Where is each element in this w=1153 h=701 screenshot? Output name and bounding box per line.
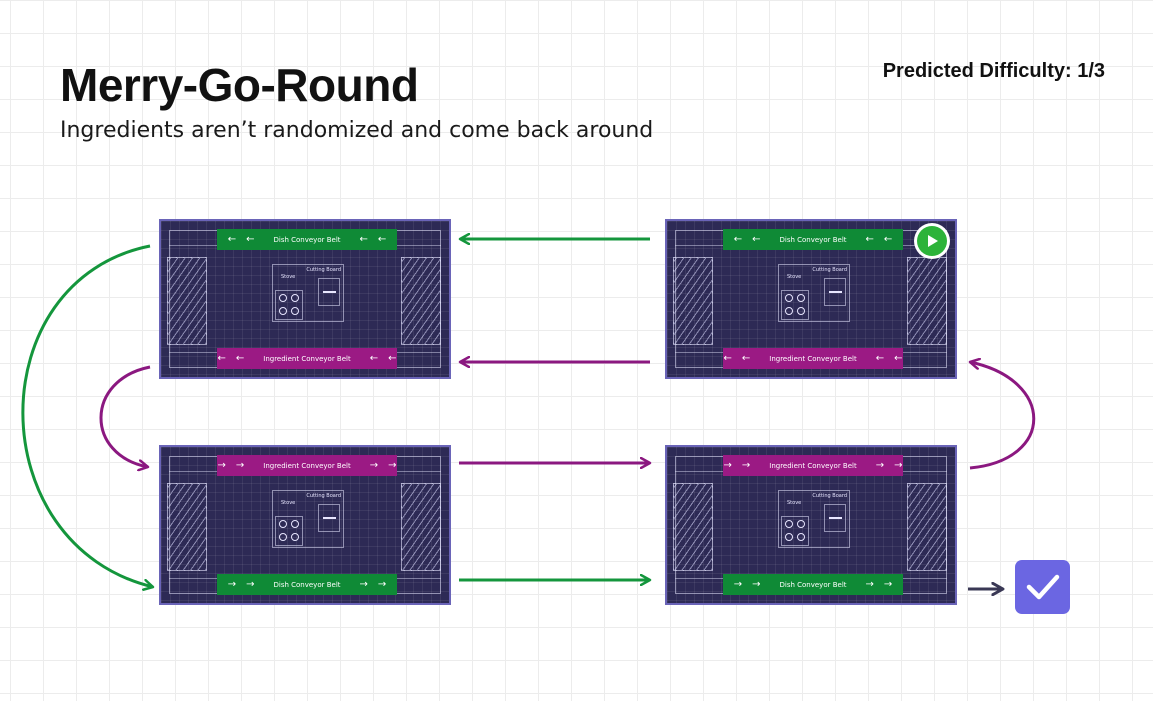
cutting-board-label: Cutting Board [306,493,341,499]
kitchen-top-right: ← ← Dish Conveyor Belt ← ← ← ← Ingredient C… [665,219,957,379]
arrow-right-icon: → [246,579,255,590]
knife-icon [829,291,842,293]
belt-label: Ingredient Conveyor Belt [769,354,857,363]
arrow-left-icon: ← [369,353,379,364]
dish-conveyor-belt: ← ← Dish Conveyor Belt ← ← [723,229,903,250]
counter [401,483,441,571]
arrow-right-icon: → [752,579,761,590]
arrow-left-icon: ← [752,234,761,245]
arrow-left-icon: ← [894,353,903,364]
arrow-right-icon: → [217,460,226,471]
cutting-board-label: Cutting Board [812,267,847,273]
arrow-right-icon: → [741,460,751,471]
belt-label: Dish Conveyor Belt [273,580,341,589]
cooking-station: Stove Cutting Board [778,490,850,548]
arrow-left-icon: ← [217,353,226,364]
arrow-left-icon: ← [227,234,237,245]
cooking-station: Stove Cutting Board [778,264,850,322]
stove-label: Stove [787,500,802,506]
arrow-left-icon: ← [359,234,368,245]
checkmark-icon [1026,574,1059,600]
cutting-board-label: Cutting Board [306,267,341,273]
arrow-right-icon: → [369,460,379,471]
cutting-board-label: Cutting Board [812,493,847,499]
kitchen-top-left: ← ← Dish Conveyor Belt ← ← ← ← Ingredient C… [159,219,451,379]
arrow-right-icon: → [377,579,387,590]
ingredient-conveyor-belt: → → Ingredient Conveyor Belt → → [723,455,903,476]
arrow-left-icon: ← [865,234,874,245]
ingredient-conveyor-belt: ← ← Ingredient Conveyor Belt ← ← [723,348,903,369]
cutting-board-icon [318,504,340,532]
stove-icon [781,290,809,320]
ingredient-conveyor-belt: → → Ingredient Conveyor Belt → → [217,455,397,476]
cutting-board-icon [318,278,340,306]
arrow-right-icon: → [883,579,893,590]
arrow-right-purple-loop [970,362,1036,470]
stove-icon [781,516,809,546]
stove-label: Stove [281,500,296,506]
arrow-left-purple-loop [99,365,151,467]
arrow-right-icon: → [359,579,368,590]
arrow-left-icon: ← [723,353,732,364]
arrow-left-icon: ← [733,234,743,245]
belt-label: Ingredient Conveyor Belt [263,461,351,470]
arrow-left-icon: ← [377,234,387,245]
cutting-board-icon [824,278,846,306]
counter [673,483,713,571]
arrow-right-icon: → [723,460,732,471]
counter [673,257,713,345]
kitchen-bottom-left: → → Ingredient Conveyor Belt → → → → Dish C… [159,445,451,605]
arrow-left-icon: ← [741,353,751,364]
arrow-left-icon: ← [246,234,255,245]
counter [907,483,947,571]
counter [907,257,947,345]
counter [401,257,441,345]
arrow-left-green-loop [21,244,153,587]
dish-conveyor-belt: ← ← Dish Conveyor Belt ← ← [217,229,397,250]
stove-icon [275,290,303,320]
arrow-right-icon: → [733,579,743,590]
arrow-right-icon: → [875,460,885,471]
arrow-left-icon: ← [875,353,885,364]
belt-label: Ingredient Conveyor Belt [769,461,857,470]
cooking-station: Stove Cutting Board [272,490,344,548]
belt-label: Dish Conveyor Belt [273,235,341,244]
start-play-button[interactable] [914,223,950,259]
cooking-station: Stove Cutting Board [272,264,344,322]
cutting-board-icon [824,504,846,532]
arrow-right-icon: → [235,460,245,471]
stove-label: Stove [787,274,802,280]
knife-icon [829,517,842,519]
counter [167,483,207,571]
dish-conveyor-belt: → → Dish Conveyor Belt → → [217,574,397,595]
finish-checkbox[interactable] [1015,560,1070,614]
knife-icon [323,291,336,293]
arrow-left-icon: ← [235,353,245,364]
knife-icon [323,517,336,519]
kitchen-bottom-right: → → Ingredient Conveyor Belt → → → → Dish C… [665,445,957,605]
arrow-right-icon: → [227,579,237,590]
dish-conveyor-belt: → → Dish Conveyor Belt → → [723,574,903,595]
arrow-left-icon: ← [883,234,893,245]
arrow-left-icon: ← [388,353,397,364]
belt-label: Ingredient Conveyor Belt [263,354,351,363]
arrow-right-icon: → [894,460,903,471]
counter [167,257,207,345]
arrow-right-icon: → [388,460,397,471]
play-icon [928,235,938,247]
stove-label: Stove [281,274,296,280]
stove-icon [275,516,303,546]
ingredient-conveyor-belt: ← ← Ingredient Conveyor Belt ← ← [217,348,397,369]
belt-label: Dish Conveyor Belt [779,235,847,244]
belt-label: Dish Conveyor Belt [779,580,847,589]
arrow-right-icon: → [865,579,874,590]
